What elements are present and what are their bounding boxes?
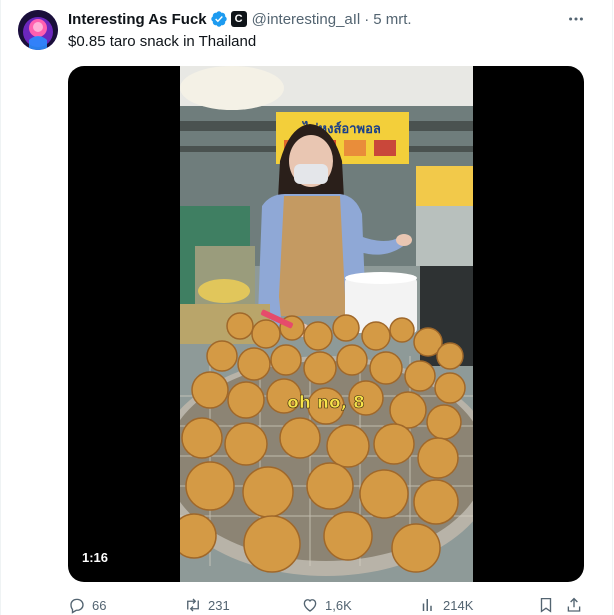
- like-button[interactable]: 1,6K: [301, 595, 352, 615]
- more-options-icon[interactable]: [566, 9, 586, 29]
- repost-button[interactable]: 231: [184, 595, 230, 615]
- share-button[interactable]: [565, 595, 583, 615]
- author-handle[interactable]: @interesting_aIl: [252, 11, 361, 28]
- repost-count: 231: [208, 597, 230, 613]
- affiliate-badge[interactable]: C: [230, 11, 247, 27]
- heart-icon: [301, 596, 319, 614]
- bookmark-icon: [537, 596, 555, 614]
- tweet-header: Interesting As Fuck C @interesting_aIl ·…: [68, 9, 412, 29]
- video-duration: 1:16: [82, 550, 109, 565]
- left-border: [0, 0, 1, 615]
- video-caption: oh no, 8: [287, 393, 365, 413]
- video-player[interactable]: ไข่หงส์อาพอล oh no, 8 1:16: [68, 66, 584, 582]
- view-count: 214K: [443, 597, 474, 613]
- verified-badge-icon: [210, 10, 228, 28]
- views-button[interactable]: 214K: [419, 595, 473, 615]
- reply-icon: [68, 596, 86, 614]
- separator-dot: ·: [364, 10, 370, 28]
- like-count: 1,6K: [325, 597, 352, 613]
- video-frame: ไข่หงส์อาพอล oh no, 8: [180, 66, 473, 582]
- repost-icon: [184, 596, 202, 614]
- share-icon: [565, 596, 583, 614]
- timestamp[interactable]: 5 mrt.: [373, 11, 411, 28]
- tweet-actions: 66 231 1,6K 214K: [68, 595, 588, 615]
- bookmark-button[interactable]: [537, 595, 555, 615]
- reply-button[interactable]: 66: [68, 595, 106, 615]
- tweet-text: $0.85 taro snack in Thailand: [68, 33, 257, 50]
- author-avatar[interactable]: [18, 10, 58, 50]
- author-name[interactable]: Interesting As Fuck: [68, 11, 207, 28]
- reply-count: 66: [92, 597, 107, 613]
- views-chart-icon: [419, 596, 437, 614]
- right-border: [612, 0, 613, 615]
